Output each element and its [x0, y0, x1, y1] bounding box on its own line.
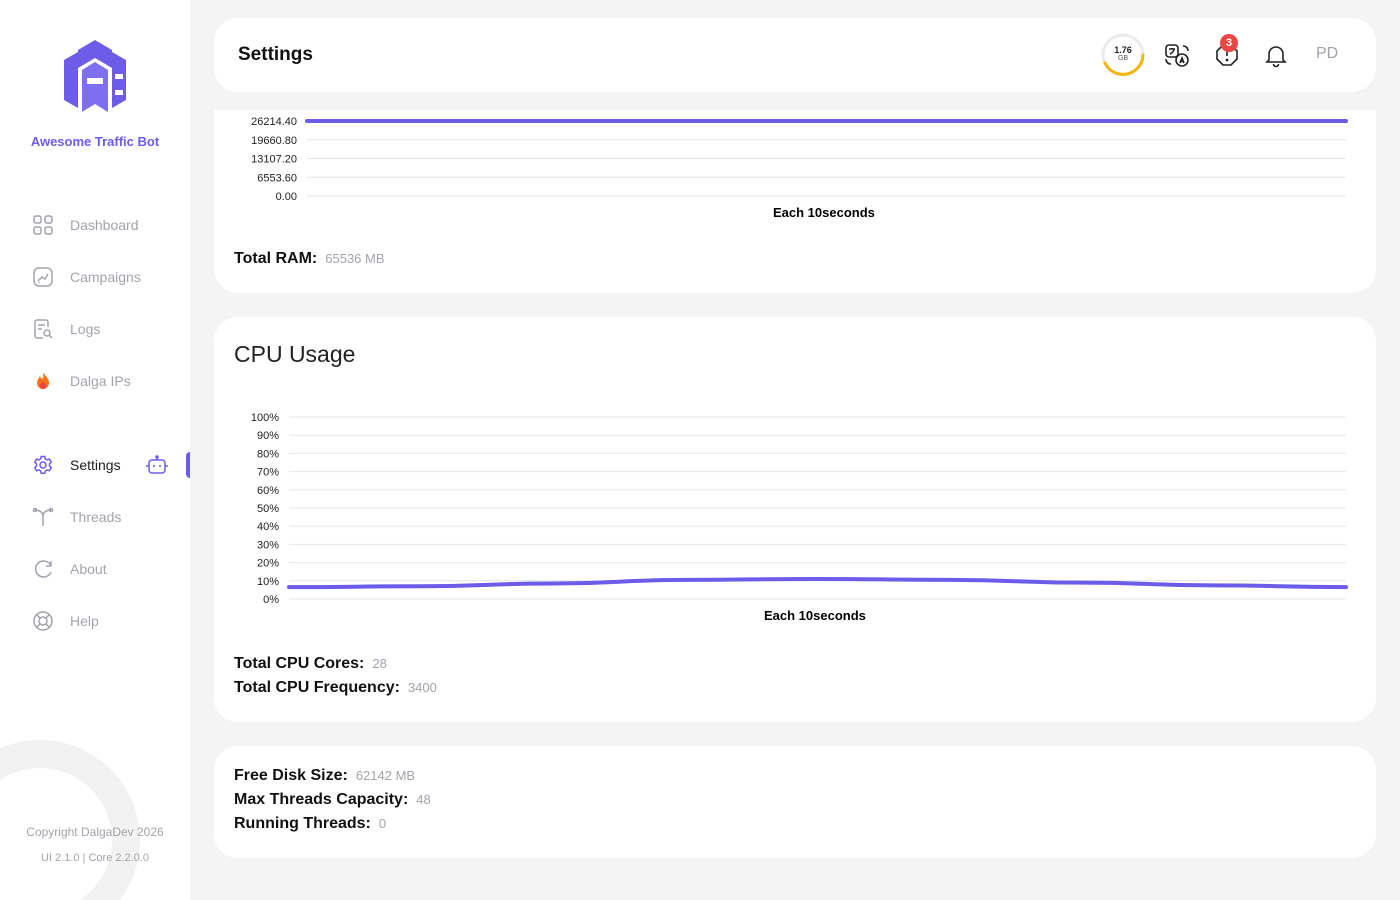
threads-capacity-value: 48: [416, 792, 431, 807]
disk-size-value: 62142 MB: [355, 768, 416, 783]
sidebar-item-label: Dashboard: [70, 217, 139, 233]
y-tick-label: 20%: [257, 558, 279, 570]
cpu-cores-info: Total CPU Cores: 28: [234, 655, 387, 673]
brand-name: Awesome Traffic Bot: [30, 134, 160, 149]
refresh-icon: [32, 558, 54, 580]
sidebar-item-label: Logs: [70, 321, 101, 337]
threads-capacity-info: Max Threads Capacity: 48: [234, 791, 431, 809]
threads-capacity-label: Max Threads Capacity:: [234, 791, 409, 808]
sidebar-item-dashboard[interactable]: Dashboard: [32, 213, 139, 237]
y-tick-label: 30%: [257, 539, 279, 551]
system-info-card: Free Disk Size: 62142 MB Max Threads Cap…: [214, 746, 1376, 858]
page-title: Settings: [238, 44, 313, 65]
ram-usage-gauge[interactable]: 1.76 GB: [1100, 32, 1146, 78]
sidebar-item-campaigns[interactable]: Campaigns: [32, 265, 141, 289]
y-tick-label: 50%: [257, 503, 279, 515]
y-tick-label: 40%: [257, 521, 279, 533]
ram-usage-unit: GB: [1117, 55, 1129, 62]
gear-icon: [32, 454, 54, 476]
ram-usage-chart: 26214.40 19660.80 13107.20 6553.60 0.00: [251, 116, 1348, 203]
y-tick-label: 100%: [251, 412, 279, 424]
alerts-count-badge: 3: [1220, 34, 1238, 52]
sidebar-item-help[interactable]: Help: [32, 609, 99, 633]
log-search-icon: [32, 318, 54, 340]
sidebar-item-dalga-ips[interactable]: Dalga IPs: [32, 369, 131, 393]
sidebar-item-threads[interactable]: Threads: [32, 505, 121, 529]
running-threads-value: 0: [378, 816, 387, 831]
cpu-cores-value: 28: [372, 656, 387, 671]
running-threads-info: Running Threads: 0: [234, 815, 386, 833]
sidebar-item-label: Dalga IPs: [70, 373, 131, 389]
y-tick-label: 19660.80: [251, 135, 297, 147]
version-text: UI 2.1.0 | Core 2.2.0.0: [40, 852, 150, 864]
sidebar-item-label: About: [70, 561, 107, 577]
cpu-frequency-info: Total CPU Frequency: 3400: [234, 679, 437, 697]
ram-usage-value: 1.76: [1114, 45, 1132, 55]
y-tick-label: 80%: [257, 448, 279, 460]
y-tick-label: 13107.20: [251, 154, 297, 166]
chart-icon: [32, 266, 54, 288]
cpu-frequency-value: 3400: [407, 680, 437, 695]
total-ram-info: Total RAM: 65536 MB: [234, 250, 385, 268]
y-tick-label: 0.00: [276, 191, 297, 203]
cpu-chart-xlabel: Each 10seconds: [764, 608, 866, 623]
cpu-usage-card: CPU Usage 100% 90% 80% 70% 60% 50% 40% 30% 20% 10…: [214, 317, 1376, 722]
active-indicator: [186, 452, 190, 478]
copyright-text: Copyright DalgaDev 2026: [26, 825, 164, 839]
lifebuoy-icon: [32, 610, 54, 632]
sidebar-item-label: Threads: [70, 509, 122, 525]
y-tick-label: 90%: [257, 430, 279, 442]
cpu-cores-label: Total CPU Cores:: [234, 655, 365, 672]
series-line: [287, 576, 1348, 590]
y-tick-label: 26214.40: [251, 116, 297, 128]
flame-icon: [32, 370, 54, 392]
sidebar-item-about[interactable]: About: [32, 557, 107, 581]
robot-icon[interactable]: [145, 455, 169, 477]
total-ram-label: Total RAM:: [234, 250, 318, 267]
sidebar: Awesome Traffic Bot Dashboard Campaigns: [0, 0, 190, 900]
ram-chart-xlabel: Each 10seconds: [773, 205, 875, 220]
y-tick-label: 10%: [257, 576, 279, 588]
running-threads-label: Running Threads:: [234, 815, 371, 832]
disk-size-label: Free Disk Size:: [234, 767, 348, 784]
ram-usage-card: 26214.40 19660.80 13107.20 6553.60 0.00 Each…: [214, 110, 1376, 293]
total-ram-value: 65536 MB: [325, 251, 385, 266]
sidebar-item-label: Help: [70, 613, 99, 629]
user-avatar[interactable]: PD: [1316, 45, 1338, 63]
sidebar-item-settings[interactable]: Settings: [32, 453, 121, 477]
y-tick-label: 70%: [257, 467, 279, 479]
top-header: Settings 1.76 GB 3 PD: [214, 18, 1376, 92]
threads-icon: [32, 506, 54, 528]
cpu-usage-chart: 100% 90% 80% 70% 60% 50% 40% 30% 20% 10% 0%: [251, 412, 1348, 606]
y-tick-label: 0%: [263, 594, 279, 606]
grid-icon: [32, 214, 54, 236]
y-tick-label: 60%: [257, 485, 279, 497]
translate-icon[interactable]: [1164, 42, 1190, 68]
sidebar-item-label: Settings: [70, 457, 121, 473]
bell-icon[interactable]: [1263, 42, 1289, 68]
sidebar-item-logs[interactable]: Logs: [32, 317, 100, 341]
decorative-swirl: [0, 740, 140, 900]
sidebar-item-label: Campaigns: [70, 269, 141, 285]
y-tick-label: 6553.60: [257, 172, 297, 184]
app-logo: [64, 40, 126, 112]
disk-size-info: Free Disk Size: 62142 MB: [234, 767, 415, 785]
cpu-frequency-label: Total CPU Frequency:: [234, 679, 400, 696]
